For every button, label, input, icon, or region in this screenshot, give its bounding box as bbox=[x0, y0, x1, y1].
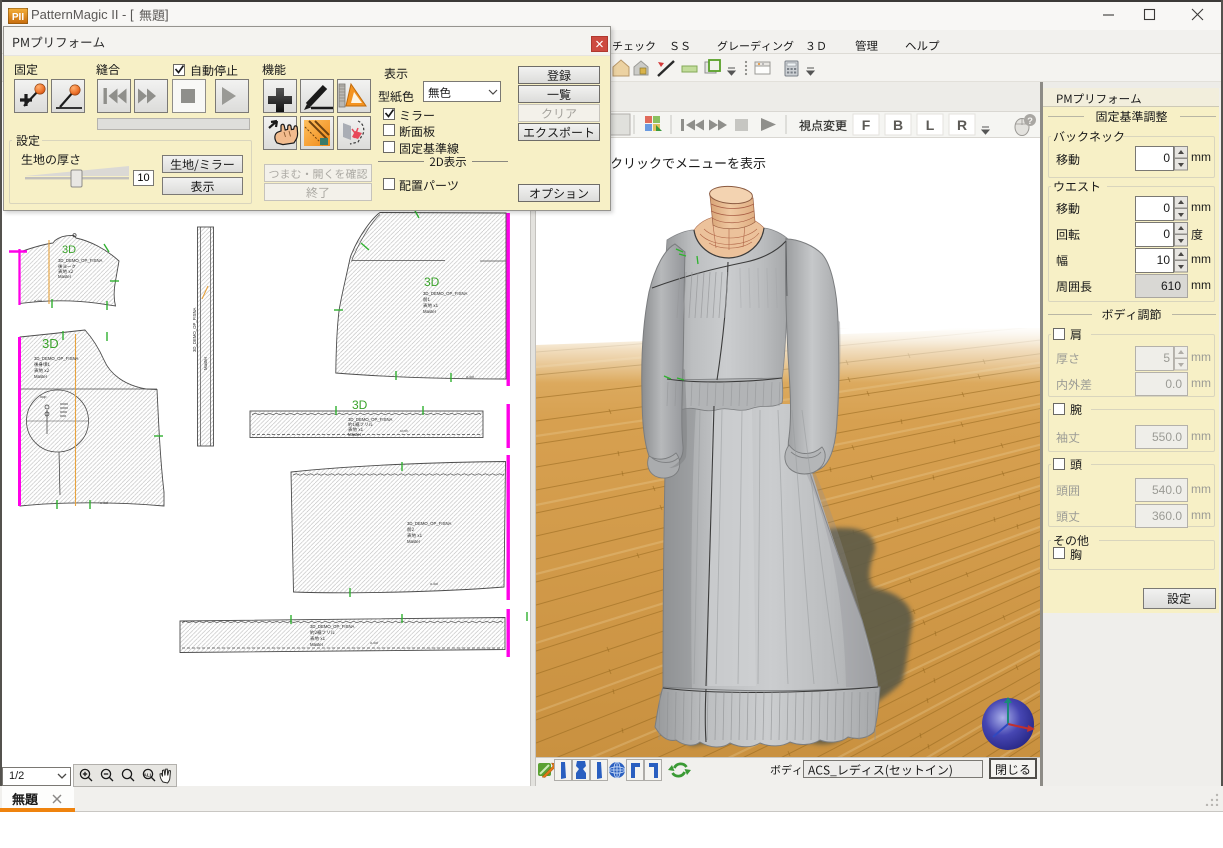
svg-text:3D_DEMO_OP_FISNA: 3D_DEMO_OP_FISNA bbox=[58, 258, 103, 263]
svg-text:3D_DEMO_OP_FISNA: 3D_DEMO_OP_FISNA bbox=[310, 624, 355, 629]
svg-text:R: R bbox=[957, 117, 967, 133]
svg-text:Master: Master bbox=[407, 539, 421, 544]
svg-text:Master: Master bbox=[58, 274, 72, 279]
svg-text:B: B bbox=[893, 117, 903, 133]
svg-text:Master: Master bbox=[310, 642, 324, 647]
svg-text:3D_DEMO_OP_FISNA: 3D_DEMO_OP_FISNA bbox=[34, 356, 79, 361]
svg-text:a-dat: a-dat bbox=[466, 375, 474, 379]
svg-text:3D: 3D bbox=[42, 336, 59, 351]
svg-text:Master: Master bbox=[423, 309, 437, 314]
svg-text:Master: Master bbox=[34, 374, 48, 379]
svg-text:3D_DEMO_OP_FISNA: 3D_DEMO_OP_FISNA bbox=[348, 417, 393, 422]
svg-text:PII: PII bbox=[12, 12, 24, 23]
svg-text:a-dat: a-dat bbox=[370, 641, 378, 645]
svg-text:3D_DEMO_OP_FISNA: 3D_DEMO_OP_FISNA bbox=[423, 291, 468, 296]
svg-text:3D_DEMO_OP_FISNA: 3D_DEMO_OP_FISNA bbox=[407, 521, 452, 526]
svg-text:3D: 3D bbox=[62, 244, 76, 256]
svg-text:a-dat: a-dat bbox=[34, 299, 42, 303]
svg-text:scrib: scrib bbox=[400, 429, 408, 433]
svg-text:Master: Master bbox=[348, 432, 362, 437]
svg-text:?: ? bbox=[1027, 116, 1033, 127]
svg-text:3D: 3D bbox=[424, 275, 440, 289]
svg-text:a-dat: a-dat bbox=[100, 501, 108, 505]
svg-text:3D_DEMO_OP_FISNA: 3D_DEMO_OP_FISNA bbox=[192, 307, 197, 352]
svg-text:Master: Master bbox=[203, 356, 208, 370]
svg-text:loop: loop bbox=[40, 395, 47, 399]
svg-text:3D: 3D bbox=[352, 398, 368, 412]
svg-text:L: L bbox=[926, 117, 935, 133]
svg-text:F: F bbox=[862, 117, 871, 133]
svg-text:a-dat: a-dat bbox=[430, 582, 438, 586]
